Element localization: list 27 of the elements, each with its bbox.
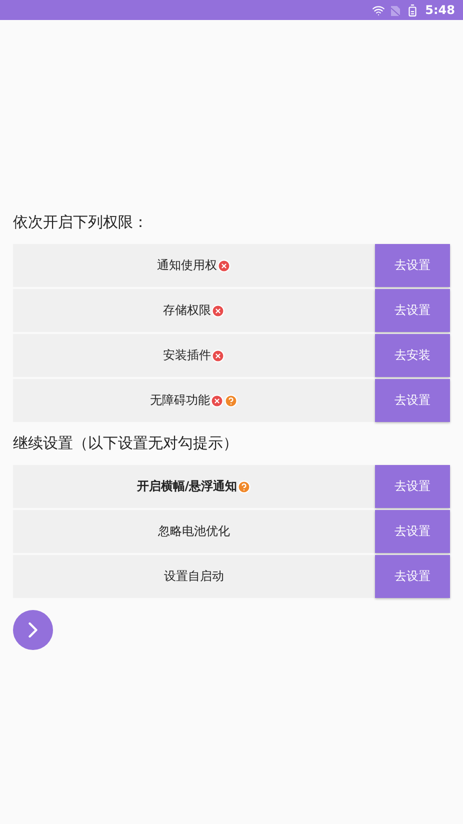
settings-button[interactable]: 去设置 xyxy=(375,510,450,553)
signal-icon xyxy=(391,4,400,16)
wifi-icon xyxy=(372,4,386,16)
error-icon xyxy=(210,394,224,408)
section-title: 依次开启下列权限： xyxy=(13,213,149,232)
error-icon xyxy=(211,348,225,362)
permission-label: 设置自启动 xyxy=(164,568,224,585)
status-time: 5:48 xyxy=(425,3,455,17)
permission-label: 安装插件 xyxy=(163,347,211,364)
permission-label: 存储权限 xyxy=(163,302,211,319)
permission-label: 通知使用权 xyxy=(157,257,217,274)
settings-button[interactable]: 去设置 xyxy=(375,379,450,422)
settings-button[interactable]: 去设置 xyxy=(375,465,450,508)
permission-label: 无障碍功能 xyxy=(150,392,210,409)
next-button[interactable] xyxy=(13,610,53,650)
help-icon xyxy=(237,480,252,494)
settings-button[interactable]: 去设置 xyxy=(375,289,450,332)
settings-button[interactable]: 去设置 xyxy=(375,244,450,287)
section-title: 继续设置（以下设置无对勾提示） xyxy=(13,434,239,453)
settings-button[interactable]: 去安装 xyxy=(375,334,450,377)
battery-icon xyxy=(406,4,420,16)
help-icon xyxy=(224,394,238,408)
permission-label: 开启横幅/悬浮通知 xyxy=(136,478,238,495)
error-icon xyxy=(217,258,231,272)
settings-button[interactable]: 去设置 xyxy=(375,555,450,598)
permission-label: 忽略电池优化 xyxy=(158,523,230,540)
error-icon xyxy=(211,304,225,318)
